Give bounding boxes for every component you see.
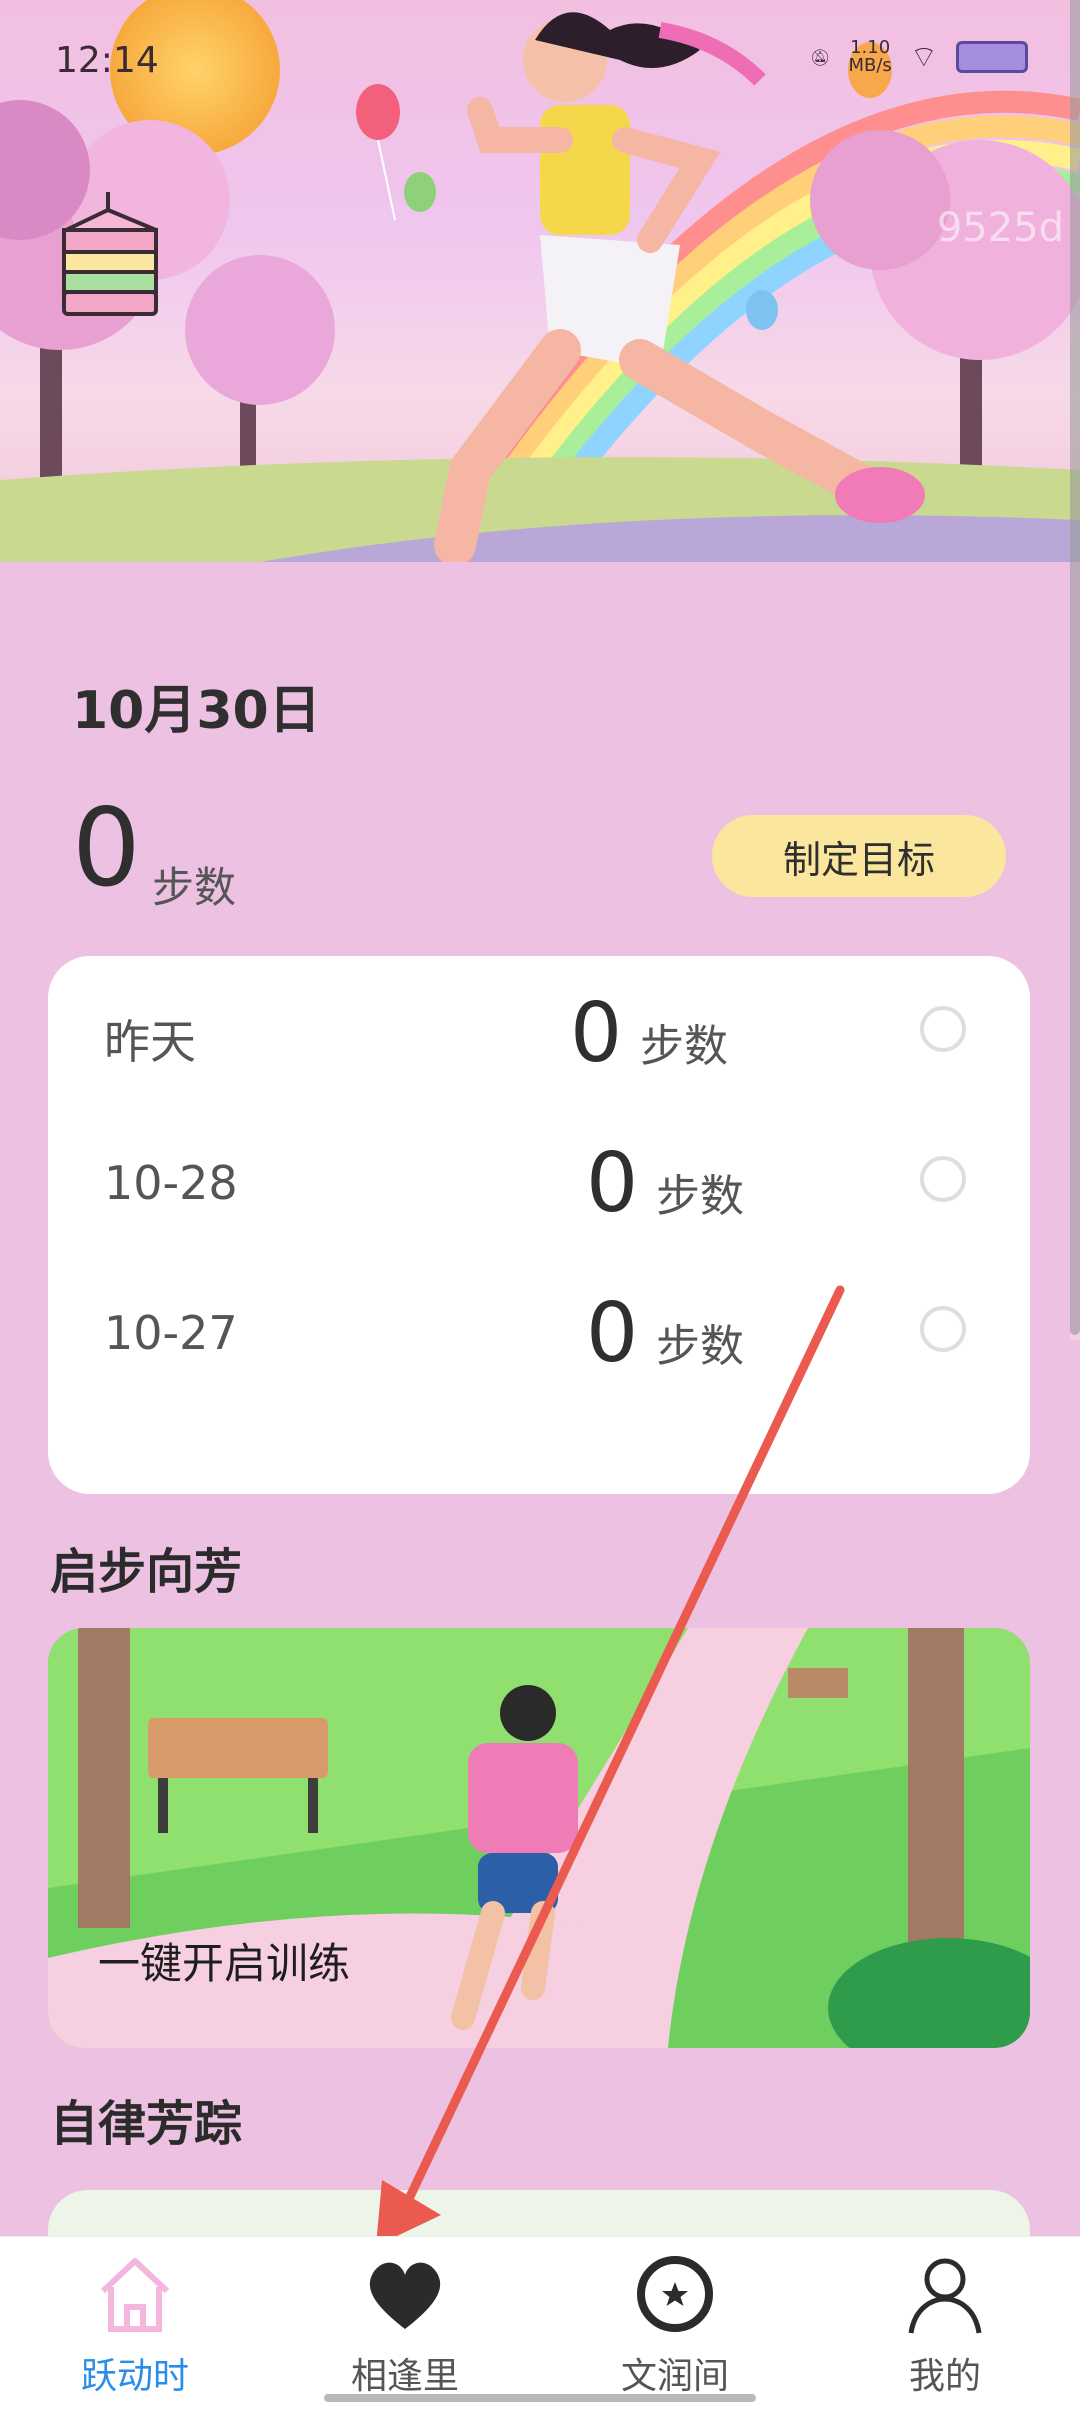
history-date: 昨天 bbox=[104, 1015, 196, 1069]
history-steps: 0 bbox=[570, 986, 623, 1081]
star-circle-icon bbox=[637, 2256, 713, 2332]
history-row[interactable]: 10-27 0 步数 bbox=[48, 1256, 1030, 1406]
history-card: 昨天 0 步数 10-28 0 步数 10-27 0 步数 bbox=[48, 956, 1030, 1494]
nav-label: 相逢里 bbox=[350, 2356, 459, 2397]
nav-label: 文润间 bbox=[620, 2356, 729, 2397]
wifi-icon: ⌔ bbox=[909, 40, 938, 75]
history-radio[interactable] bbox=[920, 1006, 966, 1052]
today-steps: 0 bbox=[72, 786, 141, 911]
history-radio[interactable] bbox=[920, 1306, 966, 1352]
nav-item-meet[interactable]: 相逢里 bbox=[270, 2237, 540, 2409]
scrollbar-thumb[interactable] bbox=[1070, 0, 1080, 1335]
hero-banner: 12:14 🔕︎ 1.10 MB/s ⌔ 9525d bbox=[0, 0, 1080, 562]
history-unit: 步数 bbox=[640, 1021, 728, 1072]
section-title-track: 自律芳踪 bbox=[50, 2096, 243, 2152]
cake-icon[interactable] bbox=[58, 190, 164, 320]
history-unit: 步数 bbox=[656, 1321, 744, 1372]
today-date: 10月30日 bbox=[72, 681, 321, 741]
battery-icon bbox=[956, 41, 1028, 73]
today-steps-unit: 步数 bbox=[152, 863, 237, 912]
nav-label: 我的 bbox=[908, 2356, 981, 2397]
history-row[interactable]: 昨天 0 步数 bbox=[48, 956, 1030, 1106]
start-training-card[interactable]: 一键开启训练 bbox=[48, 1628, 1030, 2048]
home-indicator[interactable] bbox=[324, 2394, 756, 2402]
history-row[interactable]: 10-28 0 步数 bbox=[48, 1106, 1030, 1256]
section-title-start: 启步向芳 bbox=[50, 1544, 243, 1600]
history-unit: 步数 bbox=[656, 1171, 744, 1222]
status-icons: 🔕︎ 1.10 MB/s ⌔ bbox=[810, 38, 1028, 76]
heart-icon bbox=[369, 2262, 441, 2329]
watermark-text: 9525d bbox=[936, 205, 1064, 251]
nav-label: 跃动时 bbox=[80, 2356, 189, 2397]
status-time: 12:14 bbox=[55, 40, 159, 81]
nav-item-culture[interactable]: 文润间 bbox=[540, 2237, 810, 2409]
history-steps: 0 bbox=[586, 1136, 639, 1231]
history-date: 10-28 bbox=[104, 1156, 238, 1210]
net-speed: 1.10 MB/s bbox=[848, 37, 892, 76]
nav-item-mine[interactable]: 我的 bbox=[810, 2237, 1080, 2409]
bottom-nav: 跃动时 相逢里 文润间 我的 bbox=[0, 2236, 1080, 2409]
mute-icon: 🔕︎ bbox=[810, 47, 831, 67]
nav-item-home[interactable]: 跃动时 bbox=[0, 2237, 270, 2409]
history-radio[interactable] bbox=[920, 1156, 966, 1202]
home-icon bbox=[100, 2258, 170, 2332]
set-goal-button[interactable]: 制定目标 bbox=[712, 815, 1006, 897]
start-training-label: 一键开启训练 bbox=[98, 1939, 351, 1988]
history-steps: 0 bbox=[586, 1286, 639, 1381]
person-icon bbox=[908, 2258, 982, 2334]
history-date: 10-27 bbox=[104, 1306, 238, 1360]
